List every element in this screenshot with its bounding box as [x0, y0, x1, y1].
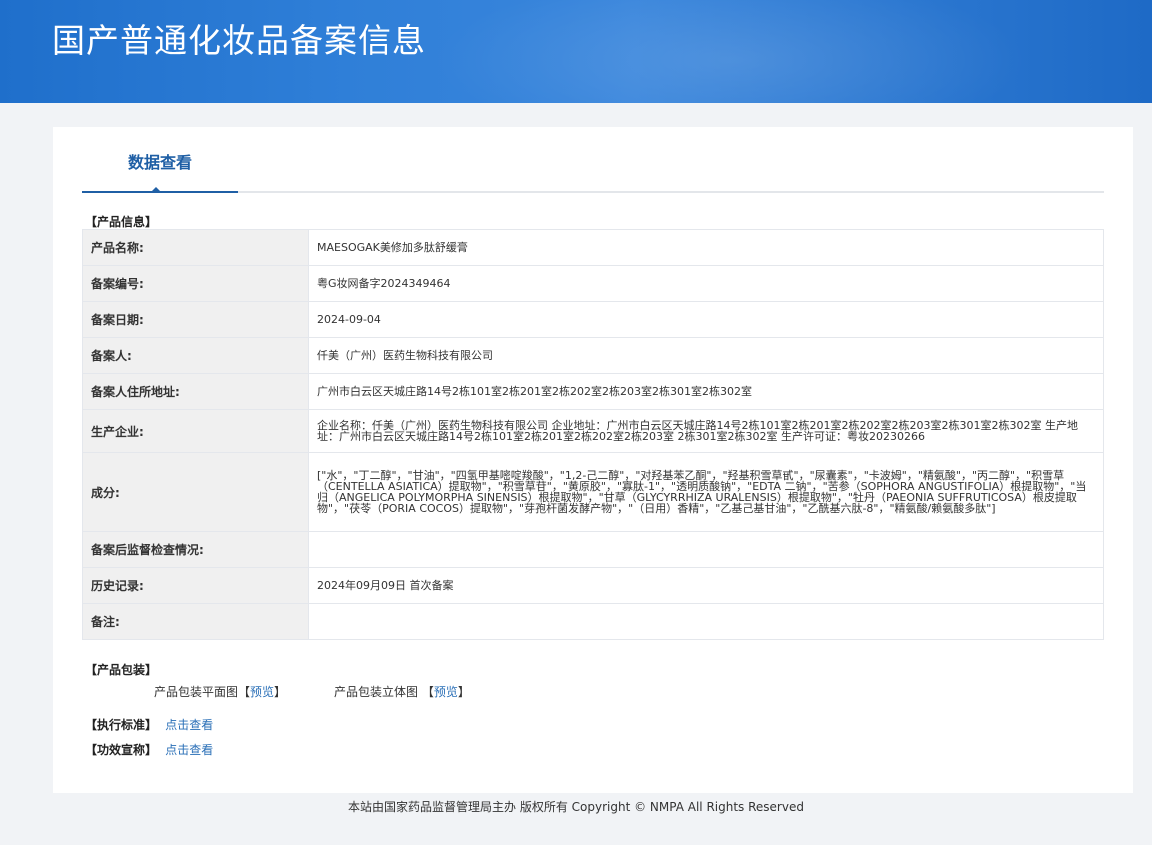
ingredients-value: ["水"，"丁二醇"，"甘油"，"四氢甲基嘧啶羧酸"，"1,2-己二醇"，"对羟… [308, 452, 1104, 532]
section-standard-label: 【执行标准】 [85, 718, 158, 732]
package-solid-preview-link[interactable]: 预览 [434, 685, 458, 699]
package-flat-label: 产品包装平面图 [154, 685, 239, 699]
header-decoration [380, 0, 1080, 103]
table-row: 备案人住所地址: 广州市白云区天城庄路14号2栋101室2栋201室2栋202室… [82, 373, 1104, 410]
tab-active-indicator [150, 187, 162, 193]
product-name-value: MAESOGAK美修加多肽舒缓膏 [308, 229, 1104, 266]
table-row: 备案日期: 2024-09-04 [82, 301, 1104, 338]
section-product-package: 【产品包装】 [85, 663, 158, 677]
package-flat-preview-link[interactable]: 预览 [250, 685, 274, 699]
section-efficacy-label: 【功效宣称】 [85, 743, 158, 757]
table-row: 备案人: 仟美（广州）医药生物科技有限公司 [82, 337, 1104, 374]
bracket: 【 [238, 685, 251, 699]
table-row: 历史记录: 2024年09月09日 首次备案 [82, 567, 1104, 604]
manufacturer-value: 企业名称：仟美（广州）医药生物科技有限公司 企业地址：广州市白云区天城庄路14号… [308, 409, 1104, 453]
field-label: 备案人住所地址: [82, 373, 309, 410]
tab-data-view[interactable]: 数据查看 [82, 147, 238, 193]
section-product-info: 【产品信息】 [85, 215, 158, 229]
field-label: 生产企业: [82, 409, 309, 453]
tab-bar: 数据查看 [82, 147, 1104, 193]
standard-view-link[interactable]: 点击查看 [165, 718, 213, 732]
table-row: 备案后监督检查情况: [82, 531, 1104, 568]
table-row: 生产企业: 企业名称：仟美（广州）医药生物科技有限公司 企业地址：广州市白云区天… [82, 409, 1104, 453]
field-label: 备案人: [82, 337, 309, 374]
page-header: 国产普通化妆品备案信息 [0, 0, 1152, 103]
field-label: 产品名称: [82, 229, 309, 266]
bracket: 】 [457, 685, 470, 699]
bracket: 【 [421, 685, 434, 699]
section-standard: 【执行标准】 点击查看 [85, 716, 213, 733]
registrant-value: 仟美（广州）医药生物科技有限公司 [308, 337, 1104, 374]
page-title: 国产普通化妆品备案信息 [52, 21, 426, 60]
remark-value [308, 603, 1104, 640]
package-solid: 产品包装立体图 【预览】 [334, 683, 470, 700]
page-footer: 本站由国家药品监督管理局主办 版权所有 Copyright © NMPA All… [348, 800, 804, 814]
inspection-value [308, 531, 1104, 568]
tab-label: 数据查看 [127, 153, 192, 172]
address-value: 广州市白云区天城庄路14号2栋101室2栋201室2栋202室2栋203室2栋3… [308, 373, 1104, 410]
package-flat: 产品包装平面图【预览】 [154, 683, 286, 700]
efficacy-view-link[interactable]: 点击查看 [165, 743, 213, 757]
table-row: 产品名称: MAESOGAK美修加多肽舒缓膏 [82, 229, 1104, 266]
record-date-value: 2024-09-04 [308, 301, 1104, 338]
field-label: 历史记录: [82, 567, 309, 604]
table-row: 成分: ["水"，"丁二醇"，"甘油"，"四氢甲基嘧啶羧酸"，"1,2-己二醇"… [82, 452, 1104, 532]
field-label: 备案后监督检查情况: [82, 531, 309, 568]
table-row: 备注: [82, 603, 1104, 640]
field-label: 备案日期: [82, 301, 309, 338]
package-solid-label: 产品包装立体图 [334, 685, 419, 699]
field-label: 成分: [82, 452, 309, 532]
record-no-value: 粤G妆网备字2024349464 [308, 265, 1104, 302]
history-value: 2024年09月09日 首次备案 [308, 567, 1104, 604]
product-info-table: 产品名称: MAESOGAK美修加多肽舒缓膏 备案编号: 粤G妆网备字20243… [82, 229, 1104, 640]
section-efficacy: 【功效宣称】 点击查看 [85, 741, 213, 758]
field-label: 备注: [82, 603, 309, 640]
bracket: 】 [274, 685, 287, 699]
table-row: 备案编号: 粤G妆网备字2024349464 [82, 265, 1104, 302]
content-panel: 数据查看 【产品信息】 产品名称: MAESOGAK美修加多肽舒缓膏 备案编号:… [53, 127, 1133, 793]
field-label: 备案编号: [82, 265, 309, 302]
